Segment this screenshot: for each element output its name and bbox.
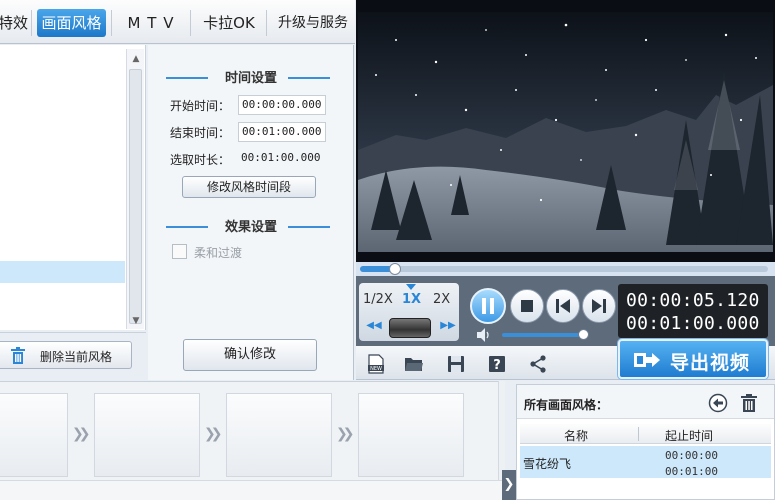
tab-effects[interactable]: 特效: [0, 7, 30, 39]
timeline-slot[interactable]: [226, 393, 332, 477]
style-list[interactable]: ▲ ▼: [0, 45, 146, 330]
all-styles-panel: 所有画面风格： 名称 起止时间 雪花纷飞 00:00:00 00:01:00: [516, 384, 775, 500]
save-icon[interactable]: [446, 354, 466, 374]
duration-value: 00:01:00.000: [241, 151, 321, 164]
speed-indicator-icon: [406, 284, 416, 290]
snow-scene-image: [356, 0, 775, 262]
trash-icon[interactable]: [739, 393, 759, 413]
bottom-toolbar: NEW ? 导出视频: [356, 339, 775, 380]
tab-upgrade[interactable]: 升级与服务: [272, 7, 354, 39]
timeline-horizontal-scrollbar[interactable]: [0, 480, 505, 500]
table-row[interactable]: 雪花纷飞 00:00:00 00:01:00: [520, 446, 771, 478]
start-time-label: 开始时间：: [170, 99, 231, 113]
scroll-down-arrow[interactable]: ▼: [127, 313, 145, 329]
tab-separator: [266, 10, 267, 36]
speed-half[interactable]: 1/2X: [363, 292, 393, 307]
jog-wheel[interactable]: [389, 318, 431, 338]
column-time-range[interactable]: 起止时间: [665, 427, 713, 444]
timeline-slot[interactable]: [358, 393, 464, 477]
fast-forward-icon[interactable]: ▶▶: [439, 320, 457, 336]
playback-controls: 1/2X 1X 2X ◀◀ ▶▶ 00:00:05.120 00:01:00.0…: [356, 276, 775, 346]
confirm-button[interactable]: 确认修改: [183, 339, 317, 371]
volume-control[interactable]: [474, 328, 594, 342]
effect-settings-header: 效果设置: [148, 216, 354, 236]
scroll-up-arrow[interactable]: ▲: [127, 51, 145, 67]
list-scrollbar[interactable]: ▲ ▼: [126, 49, 144, 329]
tab-separator: [111, 10, 112, 36]
timeline-slot[interactable]: [94, 393, 200, 477]
export-icon: [634, 353, 660, 367]
export-video-button[interactable]: 导出视频: [618, 339, 768, 379]
share-icon[interactable]: [528, 354, 548, 374]
column-name[interactable]: 名称: [564, 427, 588, 444]
end-time-label: 结束时间：: [170, 126, 231, 140]
smooth-transition-checkbox[interactable]: [172, 244, 187, 259]
scroll-thumb[interactable]: [129, 69, 142, 324]
list-item-selected[interactable]: [0, 261, 125, 283]
seek-handle[interactable]: [388, 263, 401, 275]
volume-handle[interactable]: [578, 329, 589, 340]
previous-frame-button[interactable]: [546, 289, 580, 323]
open-folder-icon[interactable]: [404, 354, 424, 374]
trash-icon: [11, 347, 25, 364]
smooth-transition-label: 柔和过渡: [194, 246, 243, 260]
timeline-scroll-right-icon[interactable]: ❯: [502, 470, 516, 500]
current-time: 00:00:05.120: [626, 290, 760, 311]
time-settings-header: 时间设置: [148, 67, 354, 87]
style-name: 雪花纷飞: [523, 457, 572, 471]
style-end-time: 00:01:00: [665, 465, 718, 478]
tab-mtv[interactable]: M T V: [120, 7, 182, 39]
video-preview[interactable]: [356, 0, 775, 262]
volume-bar[interactable]: [502, 333, 582, 337]
tab-style[interactable]: 画面风格: [37, 9, 106, 37]
tab-bar: 特效 画面风格 M T V 卡拉OK 升级与服务: [0, 0, 355, 44]
seek-bar[interactable]: [356, 262, 775, 276]
settings-panel: 时间设置 开始时间： 00:00:00.000 结束时间： 00:01:00.0…: [148, 45, 354, 380]
help-icon[interactable]: ?: [487, 354, 507, 374]
seek-track: [360, 266, 768, 272]
style-start-time: 00:00:00: [665, 449, 718, 462]
speed-selector: 1/2X 1X 2X ◀◀ ▶▶: [359, 283, 459, 341]
chevron-right-icon: ❯❯: [72, 426, 90, 442]
divider: [288, 226, 330, 228]
start-time-field[interactable]: 00:00:00.000: [238, 95, 326, 115]
all-styles-header: 所有画面风格：: [517, 385, 774, 419]
volume-icon[interactable]: [476, 328, 492, 342]
tab-karaoke[interactable]: 卡拉OK: [198, 7, 260, 39]
delete-style-button[interactable]: 删除当前风格: [0, 341, 132, 369]
delete-style-label: 删除当前风格: [40, 350, 113, 364]
column-separator: [638, 427, 639, 441]
tab-separator: [31, 10, 32, 36]
timeline-slot[interactable]: [0, 393, 68, 477]
timeline-vertical-scrollbar[interactable]: [498, 381, 505, 480]
next-frame-button[interactable]: [582, 289, 616, 323]
svg-text:NEW: NEW: [370, 366, 382, 372]
divider: [288, 77, 330, 79]
back-arrow-icon[interactable]: [708, 393, 728, 413]
svg-text:?: ?: [493, 358, 501, 373]
step-forward-icon: [592, 299, 606, 313]
stop-button[interactable]: [510, 289, 544, 323]
tab-separator: [190, 10, 191, 36]
speed-normal[interactable]: 1X: [402, 292, 421, 307]
delete-bar: 删除当前风格: [0, 332, 146, 380]
chevron-right-icon: ❯❯: [204, 426, 222, 442]
end-time-field[interactable]: 00:01:00.000: [238, 122, 326, 142]
styles-table-header: 名称 起止时间: [520, 424, 771, 444]
pause-button[interactable]: [470, 288, 506, 324]
all-styles-title: 所有画面风格：: [524, 398, 609, 412]
rewind-icon[interactable]: ◀◀: [365, 320, 383, 336]
total-time: 00:01:00.000: [626, 313, 760, 334]
stop-icon: [521, 300, 533, 312]
speed-double[interactable]: 2X: [433, 292, 450, 307]
duration-label: 选取时长：: [170, 153, 231, 167]
step-back-icon: [556, 299, 570, 313]
time-display: 00:00:05.120 00:01:00.000: [618, 284, 768, 338]
pause-icon: [482, 298, 494, 314]
export-video-label: 导出视频: [670, 352, 751, 374]
modify-period-button[interactable]: 修改风格时间段: [182, 176, 316, 198]
new-project-icon[interactable]: NEW: [366, 354, 386, 374]
chevron-right-icon: ❯❯: [336, 426, 354, 442]
